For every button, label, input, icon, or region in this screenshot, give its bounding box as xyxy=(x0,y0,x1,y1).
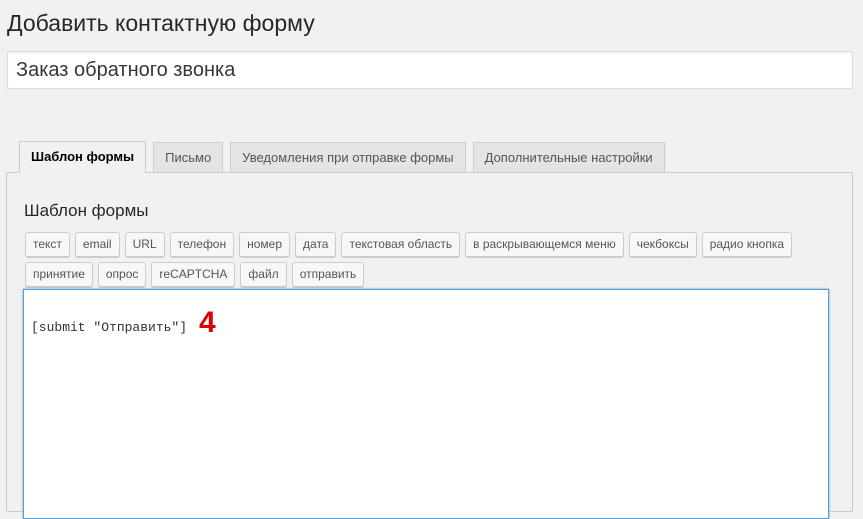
tag-generator-row-1: текст email URL телефон номер дата текст… xyxy=(25,232,792,257)
tag-button-radio[interactable]: радио кнопка xyxy=(701,232,792,257)
form-template-panel: Шаблон формы текст email URL телефон ном… xyxy=(6,172,853,519)
tab-bar: Шаблон формы Письмо Уведомления при отпр… xyxy=(19,141,665,173)
panel-heading: Шаблон формы xyxy=(24,201,149,220)
tab-form-template[interactable]: Шаблон формы xyxy=(19,141,147,173)
tag-generator-row-2: принятие опрос reCAPTCHA файл отправить xyxy=(25,262,365,287)
tab-additional-settings[interactable]: Дополнительные настройки xyxy=(472,142,665,173)
tag-button-url[interactable]: URL xyxy=(124,232,165,257)
form-title-input[interactable] xyxy=(7,51,853,89)
editor-content: [submit "Отправить"] xyxy=(31,319,188,335)
tab-messages[interactable]: Уведомления при отправке формы xyxy=(230,142,466,173)
tag-button-checkbox[interactable]: чекбоксы xyxy=(628,232,697,257)
tag-button-recaptcha[interactable]: reCAPTCHA xyxy=(151,262,236,287)
tag-button-number[interactable]: номер xyxy=(239,232,291,257)
annotation-step-number: 4 xyxy=(199,306,216,339)
tag-button-date[interactable]: дата xyxy=(295,232,337,257)
tab-mail[interactable]: Письмо xyxy=(153,142,224,173)
tag-button-text[interactable]: текст xyxy=(25,232,70,257)
tag-button-submit[interactable]: отправить xyxy=(291,262,365,287)
tag-button-acceptance[interactable]: принятие xyxy=(25,262,93,287)
tag-button-email[interactable]: email xyxy=(74,232,120,257)
tag-button-tel[interactable]: телефон xyxy=(169,232,235,257)
tag-button-file[interactable]: файл xyxy=(240,262,287,287)
form-template-editor[interactable]: [submit "Отправить"] 4 xyxy=(23,289,829,519)
tag-button-quiz[interactable]: опрос xyxy=(97,262,147,287)
tag-button-select[interactable]: в раскрывающемся меню xyxy=(465,232,624,257)
tag-button-textarea[interactable]: текстовая область xyxy=(341,232,461,257)
page-title: Добавить контактную форму xyxy=(7,10,315,36)
